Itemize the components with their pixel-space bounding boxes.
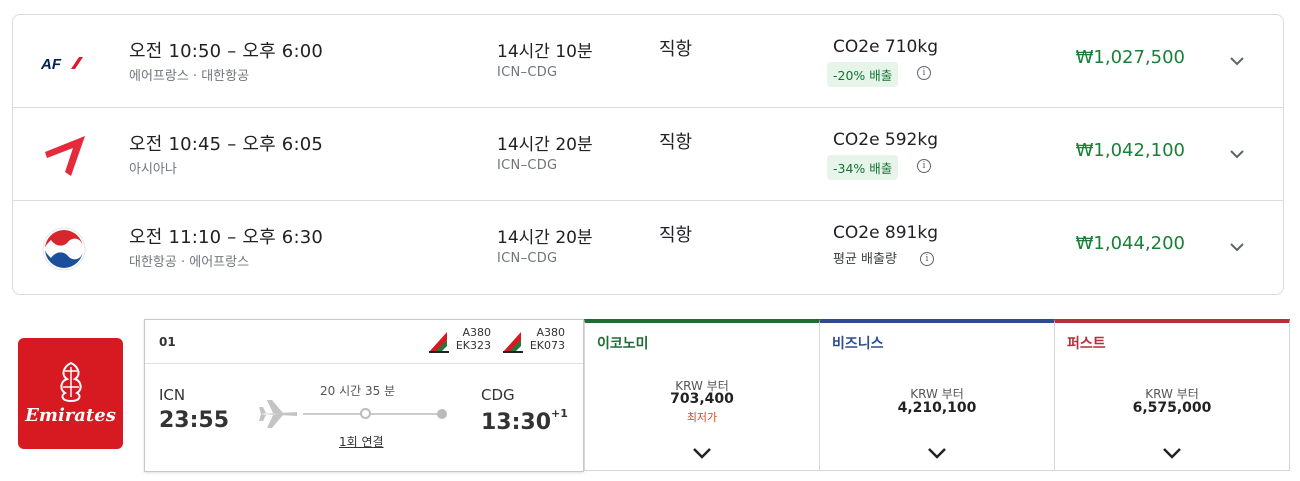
connections-link[interactable]: 1회 연결 xyxy=(339,433,384,450)
flight-row[interactable]: 오전 10:45 – 오후 6:05 아시아나 14시간 20분 ICN–CDG… xyxy=(13,108,1283,201)
emirates-logo: Emirates xyxy=(18,338,123,449)
route-line xyxy=(303,413,441,415)
airline-name: 아시아나 xyxy=(129,162,177,177)
flight-route: ICN–CDG xyxy=(497,65,558,80)
flight-row[interactable]: AF 오전 10:50 – 오후 6:00 에어프랑스 · 대한항공 14시간 … xyxy=(13,15,1283,108)
cabin-name: 퍼스트 xyxy=(1067,336,1106,352)
info-icon[interactable]: i xyxy=(917,66,931,80)
flight-price: ₩1,042,100 xyxy=(1075,140,1185,161)
flight-duration: 14시간 10분 xyxy=(497,42,593,62)
flight-times: 오전 11:10 – 오후 6:30 xyxy=(129,227,324,248)
flight-stops: 직항 xyxy=(659,225,693,246)
destination-dot xyxy=(437,409,447,419)
cabin-business[interactable]: 비즈니스 KRW 부터 4,210,100 xyxy=(819,319,1055,471)
emirates-tail-icon xyxy=(503,332,523,353)
chevron-down-icon[interactable] xyxy=(1227,51,1247,71)
flight-index: 01 xyxy=(159,335,176,349)
airline-name: 대한항공 · 에어프랑스 xyxy=(129,255,250,270)
cabin-price: 6,575,000 xyxy=(1132,400,1212,416)
arrival-time: 13:30 xyxy=(481,410,552,435)
cabin-price: 703,400 xyxy=(670,391,734,407)
flight-duration: 14시간 20분 xyxy=(497,135,593,155)
emirates-calligraphy-icon xyxy=(59,361,82,403)
airline-name: 에어프랑스 · 대한항공 xyxy=(129,69,250,84)
info-icon[interactable]: i xyxy=(920,252,934,266)
cabin-first[interactable]: 퍼스트 KRW 부터 6,575,000 xyxy=(1054,319,1290,471)
flight-price: ₩1,044,200 xyxy=(1075,233,1185,254)
flight-price: ₩1,027,500 xyxy=(1075,47,1185,68)
co2-badge: -20% 배출 xyxy=(827,62,899,87)
flight-card-header: 01 A380 EK323 A380 EK073 xyxy=(145,320,583,364)
flight-duration: 14시간 20분 xyxy=(497,228,593,248)
emirates-tail-icon xyxy=(429,332,449,353)
co2-emissions: CO2e 891kg xyxy=(833,223,939,243)
destination-code: CDG xyxy=(481,386,515,404)
aircraft-info: A380 EK073 xyxy=(501,326,565,356)
air-france-logo: AF xyxy=(39,43,89,83)
flight-stops: 직항 xyxy=(659,132,693,153)
cabin-name: 비즈니스 xyxy=(832,336,884,352)
asiana-logo xyxy=(39,136,89,176)
flight-duration: 20 시간 35 분 xyxy=(320,384,396,398)
departure-time: 23:55 xyxy=(159,408,230,433)
chevron-down-icon[interactable] xyxy=(1227,237,1247,257)
stopover-dot xyxy=(360,408,371,419)
chevron-down-icon[interactable] xyxy=(1161,445,1183,461)
cabin-name: 이코노미 xyxy=(597,336,649,352)
info-icon[interactable]: i xyxy=(917,159,931,173)
emirates-flight-card[interactable]: 01 A380 EK323 A380 EK073 ICN 23:55 20 시간… xyxy=(144,319,584,472)
emirates-logo-text: Emirates xyxy=(25,405,116,426)
flight-row[interactable]: 오전 11:10 – 오후 6:30 대한항공 · 에어프랑스 14시간 20분… xyxy=(13,201,1283,294)
air-france-logo-text: AF xyxy=(41,56,62,71)
chevron-down-icon[interactable] xyxy=(691,445,713,461)
lowest-price-badge: 최저가 xyxy=(686,411,718,424)
cabin-price: 4,210,100 xyxy=(897,400,977,416)
airplane-icon xyxy=(259,400,297,428)
co2-emissions: CO2e 592kg xyxy=(833,130,939,150)
origin-code: ICN xyxy=(159,386,186,404)
aircraft-info: A380 EK323 xyxy=(427,326,491,356)
day-offset: +1 xyxy=(551,407,568,420)
co2-average-label: 평균 배출량 xyxy=(833,252,897,267)
chevron-down-icon[interactable] xyxy=(1227,144,1247,164)
cabin-economy[interactable]: 이코노미 KRW 부터 703,400 최저가 xyxy=(584,319,820,471)
korean-air-logo xyxy=(39,227,89,271)
flight-route: ICN–CDG xyxy=(497,158,558,173)
co2-badge: -34% 배출 xyxy=(827,155,899,180)
flight-stops: 직항 xyxy=(659,39,693,60)
co2-emissions: CO2e 710kg xyxy=(833,37,939,57)
flight-results-list: AF 오전 10:50 – 오후 6:00 에어프랑스 · 대한항공 14시간 … xyxy=(12,14,1284,295)
chevron-down-icon[interactable] xyxy=(926,445,948,461)
flight-times: 오전 10:50 – 오후 6:00 xyxy=(129,41,324,62)
flight-times: 오전 10:45 – 오후 6:05 xyxy=(129,134,324,155)
flight-route: ICN–CDG xyxy=(497,251,558,266)
